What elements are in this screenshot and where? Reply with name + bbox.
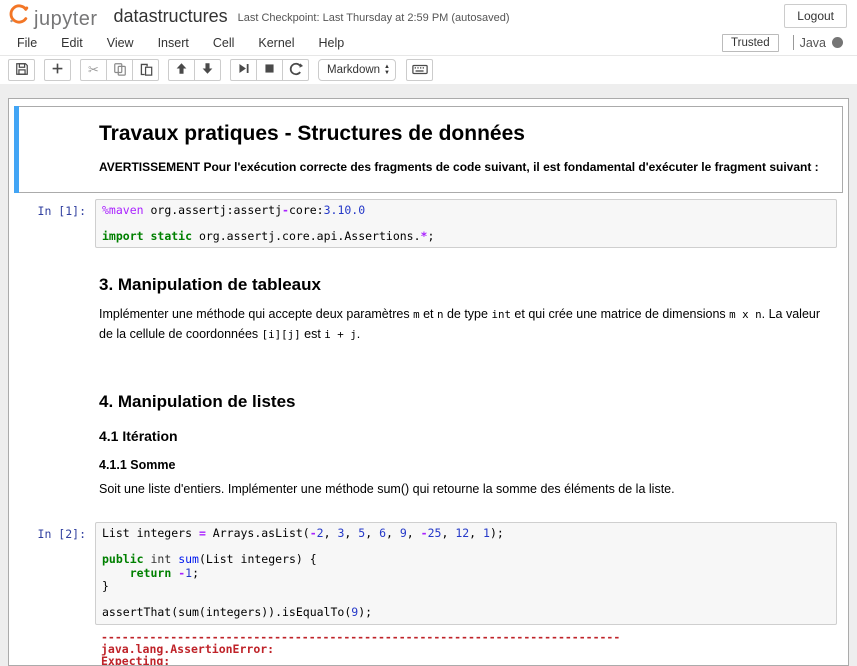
paste-cell-button[interactable] [132,59,159,81]
cut-cell-button[interactable]: ✂ [80,59,107,81]
markdown-cell-section4[interactable]: 4. Manipulation de listes 4.1 Itération … [14,360,843,515]
code-cell-1[interactable]: In [1]: %maven org.assertj:assertj-core:… [14,193,843,255]
scissors-icon: ✂ [88,62,99,78]
checkpoint-status: Last Checkpoint: Last Thursday at 2:59 P… [238,8,510,24]
restart-kernel-button[interactable] [282,59,309,81]
code-input-2[interactable]: List integers = Arrays.asList(-2, 3, 5, … [95,522,837,625]
section3-paragraph: Implémenter une méthode qui accepte deux… [99,305,829,344]
interrupt-kernel-button[interactable] [256,59,283,81]
copy-icon [113,62,127,79]
warning-text: AVERTISSEMENT Pour l'exécution correcte … [99,158,829,177]
move-cell-down-button[interactable] [194,59,221,81]
select-arrows-icon: ▲▼ [384,64,390,76]
menu-view[interactable]: View [107,36,134,50]
logout-button[interactable]: Logout [784,4,847,28]
cell-type-select[interactable]: Markdown ▲▼ [318,59,396,81]
run-cell-button[interactable] [230,59,257,81]
notebook-container: Travaux pratiques - Structures de donnée… [8,98,849,666]
menu-file[interactable]: File [17,36,37,50]
header-bar: jupyter datastructures Last Checkpoint: … [0,0,857,30]
menu-insert[interactable]: Insert [158,36,189,50]
toolbar: ✂ [0,56,857,84]
menubar-right: Trusted Java [722,34,847,52]
kernel-divider [793,35,794,50]
notebook-h1-title: Travaux pratiques - Structures de donnée… [99,122,829,146]
selected-cell-indicator [14,106,19,193]
run-icon [237,62,250,78]
restart-icon [289,62,303,79]
section4-paragraph: Soit une liste d'entiers. Implémenter un… [99,480,829,499]
jupyter-logo-icon [8,3,30,30]
section4-heading: 4. Manipulation de listes [99,392,829,412]
section411-heading: 4.1.1 Somme [99,458,829,472]
header: jupyter datastructures Last Checkpoint: … [0,0,857,84]
move-cell-up-button[interactable] [168,59,195,81]
code-input-1[interactable]: %maven org.assertj:assertj-core:3.10.0 i… [95,199,837,249]
trusted-badge[interactable]: Trusted [722,34,779,52]
jupyter-logo[interactable]: jupyter [8,3,98,30]
arrow-up-icon [175,62,188,78]
save-button[interactable] [8,59,35,81]
error-output: ----------------------------------------… [101,631,833,666]
arrow-down-icon [201,62,214,78]
menubar: File Edit View Insert Cell Kernel Help T… [0,30,857,56]
command-palette-button[interactable] [406,59,433,81]
kernel-status-icon [832,37,843,48]
section41-heading: 4.1 Itération [99,428,829,444]
cell-type-value: Markdown [327,64,380,76]
markdown-cell-section3[interactable]: 3. Manipulation de tableaux Implémenter … [14,254,843,360]
keyboard-icon [412,62,428,79]
plus-icon [51,62,64,78]
code-cell-2[interactable]: In [2]: List integers = Arrays.asList(-2… [14,516,843,666]
input-prompt-2: In [2]: [20,522,95,625]
menu-help[interactable]: Help [319,36,345,50]
menu-kernel[interactable]: Kernel [258,36,294,50]
notebook-site: Travaux pratiques - Structures de donnée… [0,84,857,666]
markdown-cell-intro[interactable]: Travaux pratiques - Structures de donnée… [14,106,843,193]
input-prompt-1: In [1]: [20,199,95,249]
save-icon [15,62,29,79]
output-area: ----------------------------------------… [95,625,837,666]
add-cell-button[interactable] [44,59,71,81]
jupyter-logo-text: jupyter [34,8,98,30]
notebook-title[interactable]: datastructures [114,6,228,27]
kernel-name: Java [800,36,826,50]
paste-icon [139,62,153,79]
menu-cell[interactable]: Cell [213,36,235,50]
stop-icon [263,62,276,78]
copy-cell-button[interactable] [106,59,133,81]
menu-edit[interactable]: Edit [61,36,83,50]
section3-heading: 3. Manipulation de tableaux [99,275,829,295]
